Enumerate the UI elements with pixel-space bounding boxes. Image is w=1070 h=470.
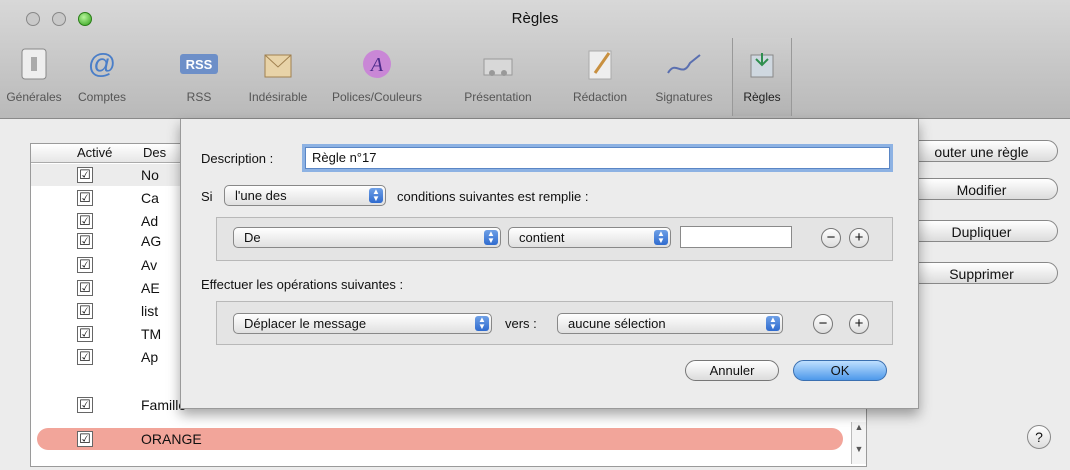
action-type-popup[interactable]: Déplacer le message ▲ ▼ <box>233 313 492 334</box>
scroll-down-arrow-icon[interactable]: ▼ <box>852 444 866 454</box>
rule-enabled-checkbox[interactable]: ☑ <box>77 257 93 273</box>
rule-enabled-checkbox[interactable]: ☑ <box>77 213 93 229</box>
table-scrollbar[interactable]: ▲ ▼ <box>851 422 866 464</box>
column-description-header[interactable]: Des <box>143 145 166 160</box>
tab-generales[interactable]: Générales <box>0 38 68 116</box>
rule-name: No <box>141 167 159 183</box>
window-title: Règles <box>511 10 559 27</box>
duplicate-rule-button[interactable]: Dupliquer <box>905 220 1058 242</box>
if-label: Si <box>201 189 213 204</box>
rule-enabled-checkbox[interactable]: ☑ <box>77 233 93 249</box>
popup-arrows-icon: ▲ ▼ <box>766 316 780 331</box>
condition-field-popup[interactable]: De ▲ ▼ <box>233 227 501 248</box>
add-action-button[interactable]: + <box>849 314 869 334</box>
tab-presentation-label: Présentation <box>464 90 532 104</box>
rule-name: TM <box>141 326 162 342</box>
at-icon: @ <box>87 48 117 79</box>
rule-enabled-checkbox[interactable]: ☑ <box>77 190 93 206</box>
tab-polices-couleurs-label: Polices/Couleurs <box>331 90 423 104</box>
remove-action-button[interactable]: − <box>813 314 833 334</box>
preferences-window: Règles Générales @ Comptes RSS RSS Indés… <box>0 0 1070 470</box>
condition-value-field[interactable] <box>680 226 792 248</box>
rule-enabled-checkbox[interactable]: ☑ <box>77 303 93 319</box>
match-popup[interactable]: l'une des ▲ ▼ <box>224 185 386 206</box>
condition-field-value: De <box>244 230 261 245</box>
table-row-selected[interactable]: ☑ ORANGE <box>37 428 843 450</box>
svg-text:RSS: RSS <box>186 57 213 72</box>
column-active-header[interactable]: Activé <box>77 145 112 160</box>
tab-rss[interactable]: RSS RSS <box>176 38 222 116</box>
tab-regles-label: Règles <box>743 90 781 104</box>
tab-comptes-label: Comptes <box>77 90 127 104</box>
popup-arrows-icon: ▲ ▼ <box>475 316 489 331</box>
fonts-icon: A <box>357 44 397 84</box>
rule-name: Ca <box>141 190 159 206</box>
tab-signatures[interactable]: Signatures <box>640 38 728 116</box>
actions-label: Effectuer les opérations suivantes : <box>201 277 404 292</box>
viewing-icon <box>478 44 518 84</box>
popup-arrows-icon: ▲ ▼ <box>654 230 668 245</box>
rule-enabled-checkbox[interactable]: ☑ <box>77 431 93 447</box>
rule-name: list <box>141 303 159 319</box>
condition-operator-value: contient <box>519 230 565 245</box>
edit-rule-button[interactable]: Modifier <box>905 178 1058 200</box>
tab-generales-label: Générales <box>6 90 62 104</box>
scroll-up-arrow-icon[interactable]: ▲ <box>852 422 866 432</box>
composing-icon <box>580 44 620 84</box>
tab-indesirable[interactable]: Indésirable <box>234 38 322 116</box>
add-rule-button[interactable]: outer une règle <box>905 140 1058 162</box>
remove-condition-button[interactable]: − <box>821 228 841 248</box>
rule-name: Av <box>141 257 158 273</box>
preferences-toolbar: Générales @ Comptes RSS RSS Indésirable … <box>0 38 800 118</box>
tab-indesirable-label: Indésirable <box>248 90 308 104</box>
junk-mail-icon <box>258 44 298 84</box>
tab-redaction[interactable]: Rédaction <box>562 38 638 116</box>
cancel-button[interactable]: Annuler <box>685 360 779 381</box>
condition-operator-popup[interactable]: contient ▲ ▼ <box>508 227 671 248</box>
rss-icon: RSS <box>179 44 219 84</box>
rule-enabled-checkbox[interactable]: ☑ <box>77 167 93 183</box>
tab-comptes[interactable]: @ Comptes <box>68 38 136 116</box>
title-bar: Règles Générales @ Comptes RSS RSS Indés… <box>0 0 1070 119</box>
rule-enabled-checkbox[interactable]: ☑ <box>77 280 93 296</box>
rule-name: Ap <box>141 349 159 365</box>
tab-signatures-label: Signatures <box>655 90 713 104</box>
action-type-value: Déplacer le message <box>244 316 367 331</box>
switch-icon <box>14 44 54 84</box>
tab-regles[interactable]: Règles <box>732 38 792 116</box>
actions-box: Déplacer le message ▲ ▼ vers : aucune séle… <box>216 301 893 345</box>
action-target-value: aucune sélection <box>568 316 666 331</box>
conditions-box: De ▲ ▼ contient ▲ ▼ − + <box>216 217 893 261</box>
rule-name: AE <box>141 280 160 296</box>
rule-enabled-checkbox[interactable]: ☑ <box>77 349 93 365</box>
description-label: Description : <box>201 151 274 166</box>
tab-presentation[interactable]: Présentation <box>438 38 558 116</box>
rule-name: ORANGE <box>141 431 202 447</box>
help-button[interactable]: ? <box>1027 425 1051 449</box>
popup-arrows-icon: ▲ ▼ <box>369 188 383 203</box>
tab-rss-label: RSS <box>186 90 212 104</box>
rule-edit-sheet: Description : Règle n°17 Si l'une des ▲ ▼ … <box>180 119 919 409</box>
tab-polices-couleurs[interactable]: A Polices/Couleurs <box>322 38 432 116</box>
ok-button[interactable]: OK <box>793 360 887 381</box>
rules-icon <box>742 44 782 84</box>
description-field[interactable]: Règle n°17 <box>305 147 890 169</box>
action-target-popup[interactable]: aucune sélection ▲ ▼ <box>557 313 783 334</box>
rule-name: Ad <box>141 213 159 229</box>
add-condition-button[interactable]: + <box>849 228 869 248</box>
svg-text:A: A <box>369 54 384 76</box>
rule-name: AG <box>141 233 162 249</box>
tab-redaction-label: Rédaction <box>572 90 628 104</box>
rule-enabled-checkbox[interactable]: ☑ <box>77 326 93 342</box>
match-popup-value: l'une des <box>235 188 287 203</box>
action-to-label: vers : <box>505 316 537 331</box>
rule-enabled-checkbox[interactable]: ☑ <box>77 397 93 413</box>
popup-arrows-icon: ▲ ▼ <box>484 230 498 245</box>
match-suffix-label: conditions suivantes est remplie : <box>397 189 589 204</box>
delete-rule-button[interactable]: Supprimer <box>905 262 1058 284</box>
signature-icon <box>664 44 704 84</box>
